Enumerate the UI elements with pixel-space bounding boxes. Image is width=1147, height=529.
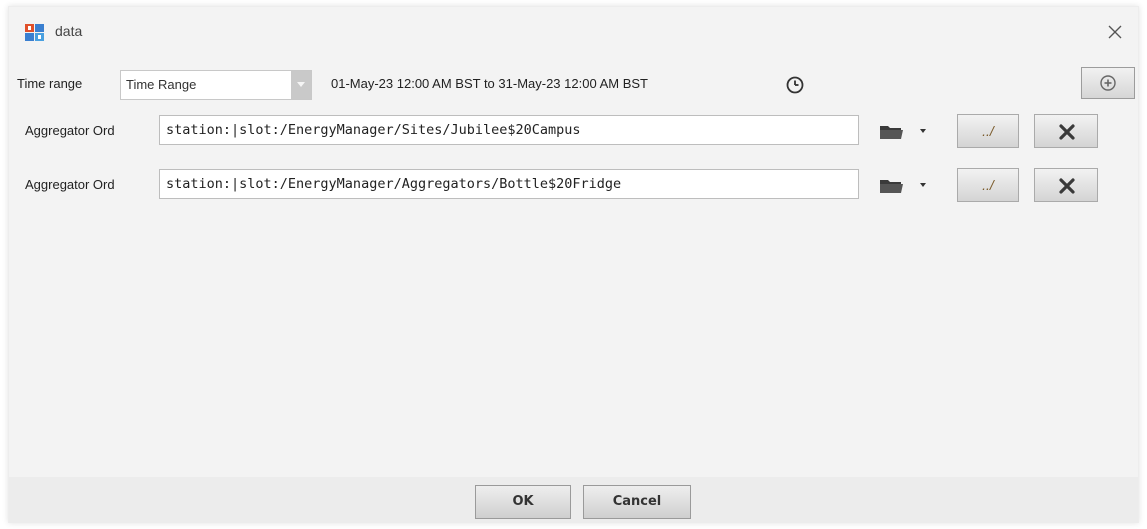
time-range-select[interactable]: Time Range: [120, 70, 312, 100]
chevron-down-icon: [297, 82, 305, 87]
add-circle-icon: [1100, 75, 1116, 91]
data-dialog: data Time range Time Range 01-May-23 12:…: [8, 6, 1139, 523]
dialog-footer: OK Cancel: [9, 477, 1138, 523]
window-title: data: [55, 23, 83, 39]
browse-button-label: ../: [982, 123, 994, 139]
browse-button[interactable]: ../: [957, 168, 1019, 202]
browse-button[interactable]: ../: [957, 114, 1019, 148]
aggregator-ord-label: Aggregator Ord: [25, 177, 115, 192]
browse-button-label: ../: [982, 177, 994, 193]
time-range-select-value: Time Range: [126, 77, 197, 92]
chevron-down-icon[interactable]: [919, 128, 927, 134]
aggregator-ord-label: Aggregator Ord: [25, 123, 115, 138]
time-range-text: 01-May-23 12:00 AM BST to 31-May-23 12:0…: [331, 76, 648, 91]
remove-aggregator-button[interactable]: [1034, 114, 1098, 148]
aggregator-ord-field[interactable]: station:|slot:/EnergyManager/Aggregators…: [159, 169, 859, 199]
title-bar: data: [9, 7, 1138, 57]
close-icon[interactable]: [1104, 21, 1126, 43]
folder-icon[interactable]: [879, 177, 905, 195]
remove-x-icon: [1059, 178, 1075, 194]
remove-aggregator-button[interactable]: [1034, 168, 1098, 202]
remove-x-icon: [1059, 124, 1075, 140]
chevron-down-icon[interactable]: [919, 182, 927, 188]
aggregator-row: Aggregator Ord station:|slot:/EnergyMana…: [13, 113, 1135, 149]
time-range-label: Time range: [17, 76, 83, 91]
ok-button[interactable]: OK: [475, 485, 571, 519]
dialog-content: Time range Time Range 01-May-23 12:00 AM…: [13, 63, 1135, 477]
clock-icon[interactable]: [785, 75, 805, 95]
niagara-app-icon: [25, 24, 44, 41]
select-dropdown-arrow[interactable]: [291, 71, 311, 99]
cancel-button[interactable]: Cancel: [583, 485, 691, 519]
aggregator-ord-field[interactable]: station:|slot:/EnergyManager/Sites/Jubil…: [159, 115, 859, 145]
add-aggregator-button[interactable]: [1081, 67, 1135, 99]
aggregator-row: Aggregator Ord station:|slot:/EnergyMana…: [13, 167, 1135, 203]
folder-icon[interactable]: [879, 123, 905, 141]
